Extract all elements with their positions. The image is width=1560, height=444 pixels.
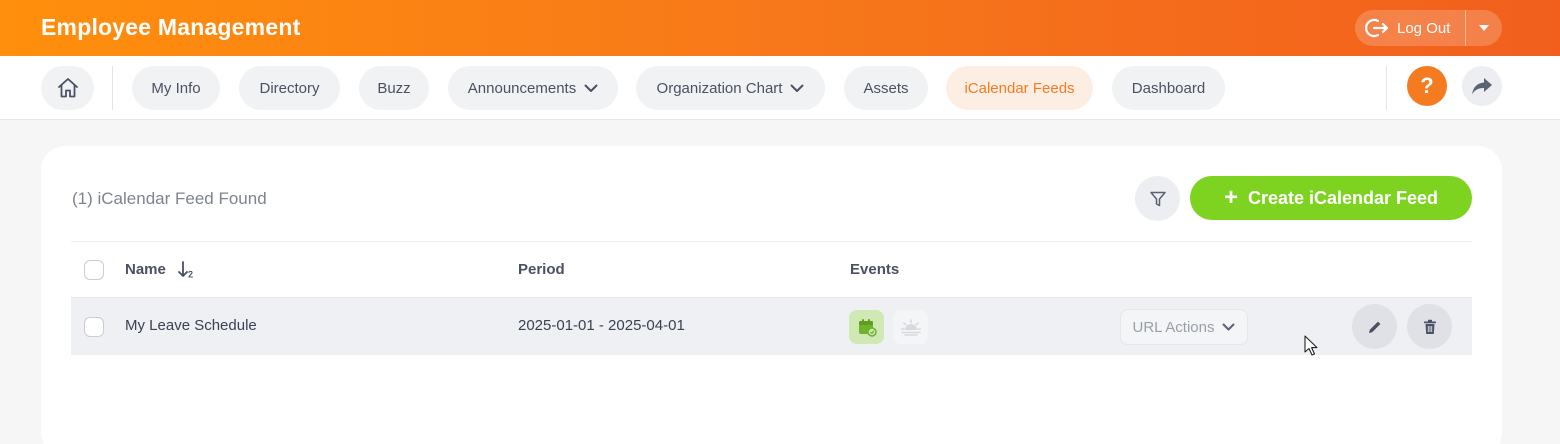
- trash-icon: [1423, 319, 1436, 334]
- logout-button[interactable]: Log Out: [1355, 10, 1465, 46]
- nav-buzz[interactable]: Buzz: [359, 66, 429, 110]
- help-button[interactable]: ?: [1407, 66, 1447, 106]
- nav-organization-chart[interactable]: Organization Chart: [636, 66, 825, 110]
- nav-divider: [112, 66, 113, 110]
- select-all-checkbox[interactable]: [84, 260, 104, 280]
- plus-icon: +: [1223, 184, 1238, 211]
- top-header: Employee Management Log Out: [0, 0, 1560, 56]
- sort-ascending-icon[interactable]: [177, 260, 195, 280]
- create-icalendar-feed-button[interactable]: + Create iCalendar Feed: [1190, 176, 1472, 220]
- leave-calendar-icon: [849, 310, 884, 344]
- logout-menu-toggle[interactable]: [1466, 10, 1502, 46]
- nav-label: Directory: [259, 79, 320, 97]
- nav-label: iCalendar Feeds: [964, 79, 1075, 97]
- help-icon: ?: [1420, 73, 1434, 98]
- nav-my-info[interactable]: My Info: [132, 66, 220, 110]
- nav-divider: [1386, 66, 1387, 110]
- mouse-cursor-icon: [1304, 335, 1318, 356]
- nav-label: Dashboard: [1131, 79, 1206, 97]
- url-actions-label: URL Actions: [1132, 318, 1215, 336]
- table-header: Name Period Events: [71, 241, 1472, 299]
- column-name: Name: [125, 261, 166, 278]
- column-period: Period: [518, 261, 565, 278]
- filter-icon: [1149, 191, 1166, 206]
- row-checkbox[interactable]: [84, 317, 104, 337]
- chevron-down-icon: [790, 84, 804, 92]
- logout-icon: [1365, 18, 1389, 38]
- nav-label: My Info: [151, 79, 201, 97]
- nav-icalendar-feeds[interactable]: iCalendar Feeds: [946, 66, 1093, 110]
- chevron-down-icon: [1222, 323, 1235, 331]
- nav-assets[interactable]: Assets: [844, 66, 928, 110]
- share-button[interactable]: [1462, 66, 1502, 106]
- share-icon: [1472, 78, 1492, 95]
- caret-down-icon: [1479, 25, 1489, 31]
- chevron-down-icon: [584, 84, 598, 92]
- nav-directory[interactable]: Directory: [239, 66, 340, 110]
- nav-label: Organization Chart: [656, 79, 783, 97]
- edit-button[interactable]: [1352, 304, 1397, 349]
- nav-label: Assets: [863, 79, 909, 97]
- home-icon: [57, 78, 78, 98]
- nav-dashboard[interactable]: Dashboard: [1112, 66, 1225, 110]
- pencil-icon: [1368, 321, 1380, 333]
- url-actions-dropdown[interactable]: URL Actions: [1120, 309, 1248, 345]
- nav-label: Announcements: [467, 79, 577, 97]
- nav-label: Buzz: [377, 79, 411, 97]
- logout-group: Log Out: [1355, 10, 1502, 46]
- holiday-icon: [893, 310, 928, 344]
- column-events: Events: [850, 261, 900, 278]
- feeds-card: (1) iCalendar Feed Found + Create iCalen…: [41, 146, 1502, 444]
- home-button[interactable]: [41, 66, 94, 110]
- main-nav: My Info Directory Buzz Announcements Org…: [0, 56, 1560, 120]
- create-label: Create iCalendar Feed: [1247, 187, 1439, 208]
- feed-name: My Leave Schedule: [125, 317, 257, 334]
- app-title: Employee Management: [41, 14, 301, 40]
- logout-label: Log Out: [1397, 19, 1451, 37]
- filter-button[interactable]: [1135, 176, 1180, 221]
- table-row: My Leave Schedule 2025-01-01 - 2025-04-0…: [71, 298, 1472, 355]
- delete-button[interactable]: [1407, 304, 1452, 349]
- feed-period: 2025-01-01 - 2025-04-01: [518, 317, 685, 334]
- results-count: (1) iCalendar Feed Found: [72, 189, 267, 208]
- nav-announcements[interactable]: Announcements: [448, 66, 618, 110]
